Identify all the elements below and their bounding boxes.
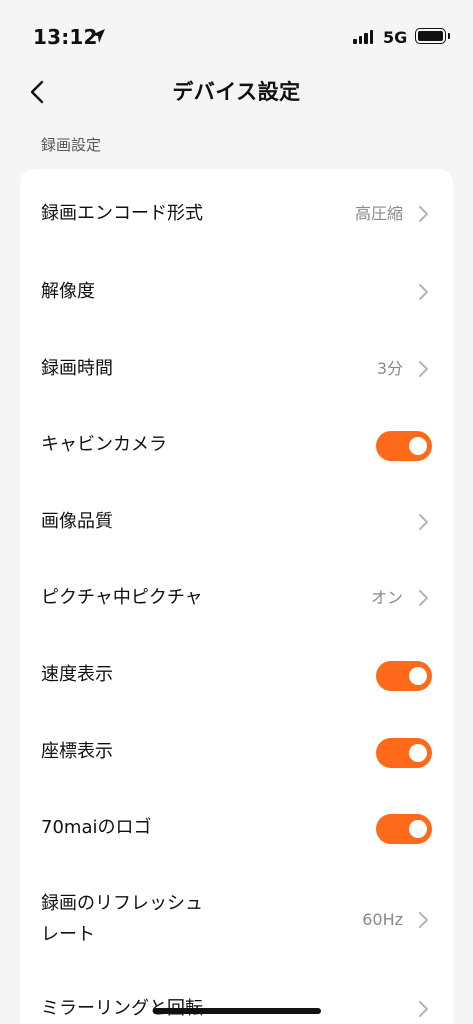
toggle-knob xyxy=(409,744,427,762)
status-bar: 13:12 5G xyxy=(0,0,473,70)
setting-row-cabin-camera: キャビンカメラ xyxy=(20,430,453,466)
coordinate-display-toggle[interactable] xyxy=(376,738,432,768)
nav-header: デバイス設定 xyxy=(0,70,473,114)
signal-strength-icon xyxy=(353,30,373,44)
toggle-knob xyxy=(409,820,427,838)
setting-row-resolution[interactable]: 解像度 xyxy=(20,277,453,313)
section-label: 録画設定 xyxy=(41,136,102,154)
settings-card: 録画エンコード形式 高圧縮 解像度 録画時間 3分 キャビンカメラ 画像品質 ピ… xyxy=(20,169,453,1024)
setting-label: 解像度 xyxy=(41,281,95,302)
setting-label: 画像品質 xyxy=(41,511,113,532)
setting-row-image-quality[interactable]: 画像品質 xyxy=(20,507,453,543)
battery-icon xyxy=(415,28,446,44)
toggle-knob xyxy=(409,437,427,455)
setting-label: 録画エンコード形式 xyxy=(41,203,203,224)
setting-value: 60Hz xyxy=(362,910,403,929)
chevron-right-icon xyxy=(419,1001,428,1017)
setting-label: 70maiのロゴ xyxy=(41,817,152,838)
setting-row-speed-display: 速度表示 xyxy=(20,660,453,696)
chevron-right-icon xyxy=(419,912,428,928)
setting-label-line2: レート xyxy=(41,924,95,945)
network-type: 5G xyxy=(383,28,408,47)
speed-display-toggle[interactable] xyxy=(376,661,432,691)
page-title: デバイス設定 xyxy=(172,80,301,104)
chevron-right-icon xyxy=(419,514,428,530)
setting-value: オン xyxy=(370,588,403,607)
setting-row-refresh-rate[interactable]: 録画のリフレッシュ レート 60Hz xyxy=(20,889,453,953)
setting-value: 3分 xyxy=(376,359,403,378)
setting-value: 高圧縮 xyxy=(354,204,403,223)
setting-label: 録画時間 xyxy=(41,358,113,379)
cabin-camera-toggle[interactable] xyxy=(376,431,432,461)
setting-label-line1: 録画のリフレッシュ xyxy=(41,893,203,914)
toggle-knob xyxy=(409,667,427,685)
setting-label: 速度表示 xyxy=(41,664,113,685)
chevron-right-icon xyxy=(419,284,428,300)
battery-cap xyxy=(448,33,450,39)
setting-row-recording-duration[interactable]: 録画時間 3分 xyxy=(20,354,453,390)
setting-label: ピクチャ中ピクチャ xyxy=(41,587,203,608)
setting-label: キャビンカメラ xyxy=(41,434,167,455)
status-time: 13:12 xyxy=(33,25,98,49)
setting-row-coordinate-display: 座標表示 xyxy=(20,737,453,773)
chevron-right-icon xyxy=(419,590,428,606)
device-settings-screen: 13:12 5G デバイス設定 録画設定 録画エンコード形式 高圧縮 解像度 録… xyxy=(0,0,473,1024)
location-arrow-icon xyxy=(91,29,105,43)
setting-row-picture-in-picture[interactable]: ピクチャ中ピクチャ オン xyxy=(20,583,453,619)
setting-row-encode-format[interactable]: 録画エンコード形式 高圧縮 xyxy=(20,199,453,235)
logo-toggle[interactable] xyxy=(376,814,432,844)
home-indicator xyxy=(153,1008,321,1014)
chevron-right-icon xyxy=(419,206,428,222)
chevron-right-icon xyxy=(419,361,428,377)
setting-row-70mai-logo: 70maiのロゴ xyxy=(20,813,453,849)
setting-label: 座標表示 xyxy=(41,741,113,762)
